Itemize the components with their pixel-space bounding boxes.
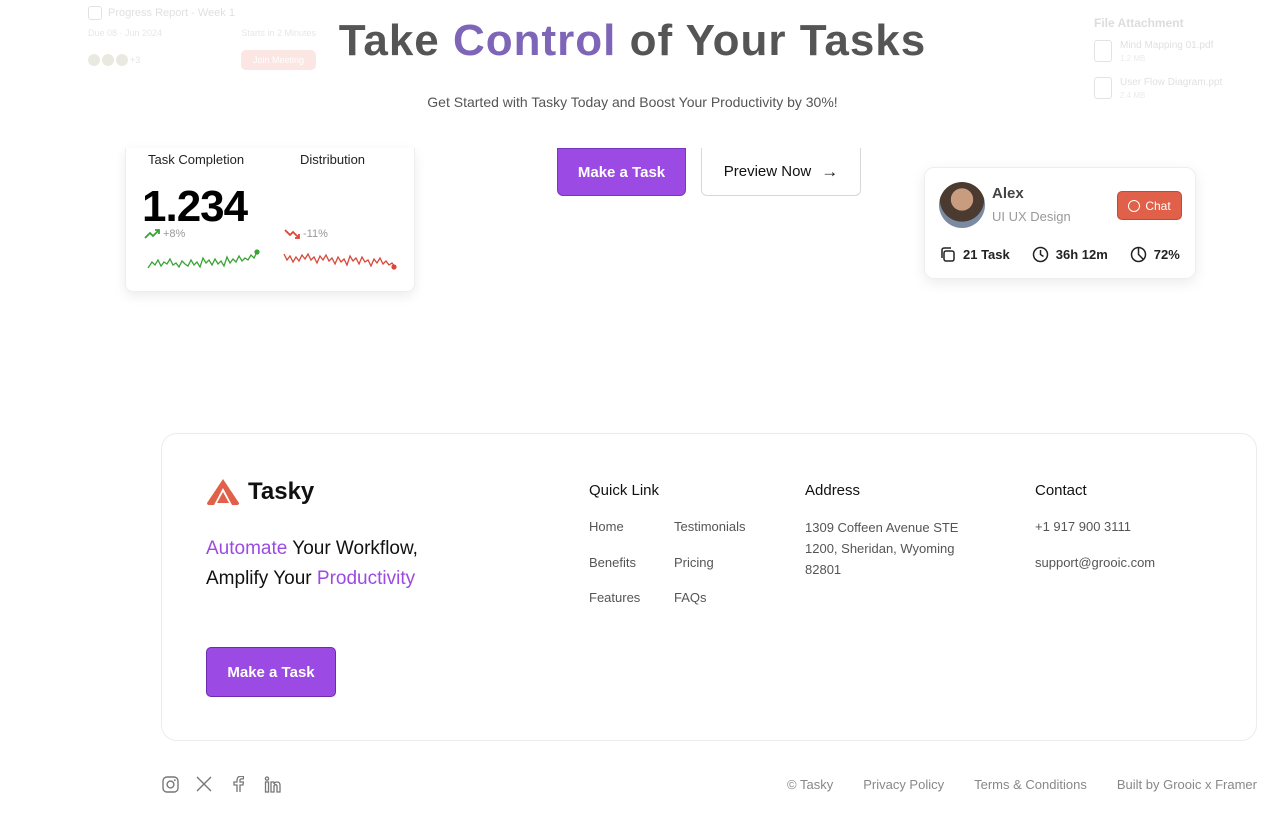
task-completion-label: Task Completion <box>148 152 245 167</box>
distribution-sparkline <box>283 252 397 270</box>
profile-card: Alex UI UX Design Chat 21 Task 36h 12m 7… <box>924 167 1196 279</box>
brand-name: Tasky <box>248 478 315 505</box>
footer-link-pricing[interactable]: Pricing <box>674 555 714 570</box>
terms-link[interactable]: Terms & Conditions <box>974 777 1087 792</box>
tagline-accent: Automate <box>206 538 288 559</box>
chat-bubble-icon <box>1128 199 1141 212</box>
hero-title-start: Take <box>338 16 453 65</box>
hero-subtitle: Get Started with Tasky Today and Boost Y… <box>427 94 838 110</box>
make-a-task-button[interactable]: Make a Task <box>557 148 686 196</box>
privacy-policy-link[interactable]: Privacy Policy <box>863 777 944 792</box>
contact-title: Contact <box>1035 482 1087 499</box>
footer-make-a-task-button[interactable]: Make a Task <box>206 647 336 697</box>
preview-now-button[interactable]: Preview Now → <box>701 148 861 196</box>
footer-link-home[interactable]: Home <box>589 519 624 534</box>
clock-icon <box>1032 246 1048 263</box>
profile-name: Alex <box>992 185 1024 202</box>
footer-tagline: Automate Your Workflow, Amplify Your Pro… <box>206 534 456 594</box>
task-stats-card: Task Completion Distribution 1.234 +8% -… <box>125 148 415 292</box>
footer-card: Tasky Automate Your Workflow, Amplify Yo… <box>161 433 1257 741</box>
task-count-metric: 21 Task <box>939 246 1010 263</box>
trend-up-icon <box>144 229 160 239</box>
profile-metrics: 21 Task 36h 12m 72% <box>939 246 1180 263</box>
progress-percent: 72% <box>1153 247 1180 262</box>
legal-links: © Tasky Privacy Policy Terms & Condition… <box>787 777 1257 792</box>
progress-metric: 72% <box>1130 246 1180 263</box>
footer-link-features[interactable]: Features <box>589 590 640 605</box>
hero-title-end: of Your Tasks <box>616 16 927 65</box>
time-spent: 36h 12m <box>1055 247 1108 262</box>
footer-link-benefits[interactable]: Benefits <box>589 555 636 570</box>
contact-email[interactable]: support@grooic.com <box>1035 555 1155 570</box>
copy-icon <box>941 247 955 262</box>
address-text: 1309 Coffeen Avenue STE 1200, Sheridan, … <box>805 520 959 577</box>
distribution-label: Distribution <box>300 152 366 167</box>
footer-link-faqs[interactable]: FAQs <box>674 590 707 605</box>
task-count: 21 Task <box>963 247 1010 262</box>
tasky-logo[interactable]: Tasky <box>206 478 314 506</box>
preview-now-label: Preview Now <box>723 163 812 180</box>
hero-title: Take Control of Your Tasks <box>0 16 1265 66</box>
completion-sparkline <box>147 249 260 269</box>
time-metric: 36h 12m <box>1032 246 1108 263</box>
copyright-text: © Tasky <box>787 777 834 792</box>
hero-title-accent: Control <box>452 16 617 65</box>
file-name: User Flow Diagram.ppt <box>1120 77 1223 88</box>
built-by-link[interactable]: Built by Grooic x Framer <box>1117 777 1257 792</box>
x-icon[interactable] <box>195 775 213 793</box>
completion-change: +8% <box>144 228 185 240</box>
trend-down-icon <box>284 229 300 239</box>
linkedin-icon[interactable] <box>263 775 281 793</box>
pie-chart-icon <box>1130 246 1147 263</box>
distribution-change: -11% <box>284 228 328 240</box>
facebook-icon[interactable] <box>229 775 247 793</box>
tagline-accent: Productivity <box>316 568 416 589</box>
chat-button[interactable]: Chat <box>1117 191 1182 220</box>
tasky-logo-icon <box>207 479 239 505</box>
footer-link-testimonials[interactable]: Testimonials <box>674 519 746 534</box>
instagram-icon[interactable] <box>161 775 179 793</box>
distribution-change-value: -11% <box>303 228 328 240</box>
profile-role: UI UX Design <box>992 209 1071 224</box>
chat-label: Chat <box>1145 198 1171 213</box>
task-completion-value: 1.234 <box>142 182 248 231</box>
avatar <box>939 182 985 228</box>
completion-change-value: +8% <box>163 228 186 240</box>
social-links <box>161 775 281 793</box>
arrow-right-icon: → <box>821 161 839 181</box>
address-title: Address <box>805 482 861 499</box>
contact-phone[interactable]: +1 917 900 3111 <box>1035 519 1131 534</box>
quick-link-title: Quick Link <box>589 482 660 499</box>
